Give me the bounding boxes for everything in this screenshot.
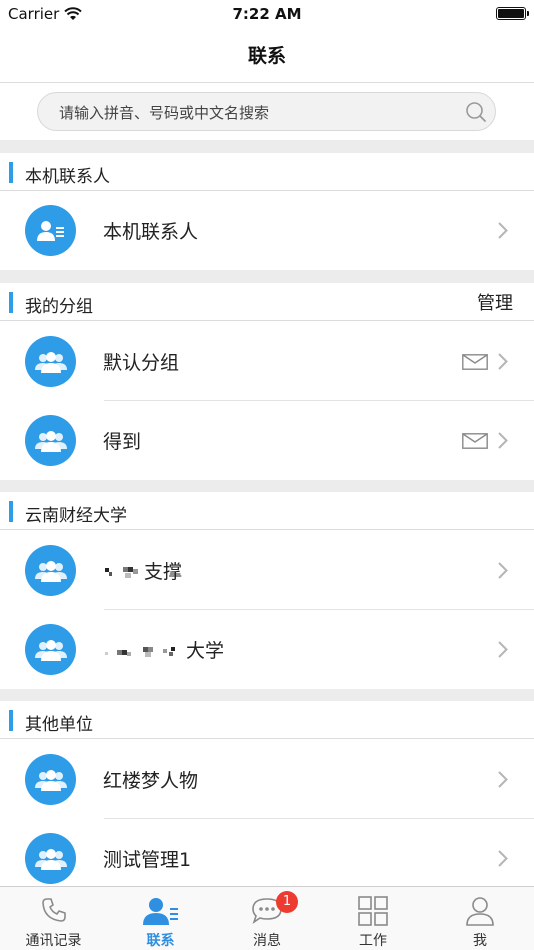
grid-icon bbox=[358, 896, 388, 930]
section-header-yunnan-university: 云南财经大学 bbox=[0, 492, 534, 530]
pixelated-redaction bbox=[105, 646, 175, 657]
person-icon bbox=[465, 896, 495, 930]
list-item-default-group[interactable]: 默认分组 bbox=[0, 322, 534, 401]
section-accent-bar bbox=[9, 292, 13, 313]
list-item-university-org[interactable]: 大学 bbox=[0, 610, 534, 689]
group-icon bbox=[25, 754, 76, 805]
pixelated-redaction bbox=[105, 566, 138, 578]
chevron-right-icon bbox=[498, 771, 508, 792]
list-item-label: 支撑 bbox=[144, 561, 183, 583]
unread-badge: 1 bbox=[276, 891, 298, 913]
tab-label: 通讯记录 bbox=[25, 933, 82, 949]
section-gap bbox=[0, 140, 534, 153]
search-placeholder: 请输入拼音、号码或中文名搜索 bbox=[59, 104, 270, 122]
tab-call-log[interactable]: 通讯记录 bbox=[0, 887, 107, 950]
group-icon bbox=[25, 545, 76, 596]
section-gap bbox=[0, 480, 534, 492]
group-icon bbox=[25, 833, 76, 884]
chevron-right-icon bbox=[498, 562, 508, 583]
phone-icon bbox=[40, 896, 68, 928]
tab-label: 消息 bbox=[253, 933, 281, 949]
list-item-support-org[interactable]: 支撑 bbox=[0, 531, 534, 610]
list-item-label: 本机联系人 bbox=[103, 221, 199, 243]
section-header-my-groups: 我的分组 管理 bbox=[0, 283, 534, 321]
tab-label: 联系 bbox=[146, 933, 175, 949]
search-area: 请输入拼音、号码或中文名搜索 bbox=[0, 83, 534, 140]
list-item-local-contacts[interactable]: 本机联系人 bbox=[0, 191, 534, 270]
search-input[interactable]: 请输入拼音、号码或中文名搜索 bbox=[37, 92, 496, 131]
section-title: 其他单位 bbox=[25, 715, 93, 735]
section-accent-bar bbox=[9, 710, 13, 731]
tab-label: 工作 bbox=[359, 933, 387, 949]
list-item-label: 测试管理1 bbox=[103, 849, 192, 871]
section-gap bbox=[0, 688, 534, 701]
chevron-right-icon bbox=[498, 850, 508, 871]
list-item-test-admin[interactable]: 测试管理1 bbox=[0, 819, 534, 886]
list-item-name-with-redaction: 大学 bbox=[103, 636, 224, 663]
chevron-right-icon bbox=[498, 432, 508, 453]
status-time: 7:22 AM bbox=[232, 5, 302, 23]
contact-card-icon bbox=[25, 205, 76, 256]
contacts-icon bbox=[142, 896, 179, 930]
chevron-right-icon bbox=[498, 353, 508, 374]
list-item-label: 大学 bbox=[186, 640, 225, 662]
section-accent-bar bbox=[9, 162, 13, 183]
chevron-right-icon bbox=[498, 222, 508, 243]
list-item-label: 红楼梦人物 bbox=[103, 770, 199, 792]
tab-work[interactable]: 工作 bbox=[320, 887, 426, 950]
navigation-bar: 联系 bbox=[0, 28, 534, 83]
section-title: 云南财经大学 bbox=[25, 506, 127, 526]
list-item-hongloumeng[interactable]: 红楼梦人物 bbox=[0, 740, 534, 819]
section-title: 我的分组 bbox=[25, 297, 93, 317]
page-title: 联系 bbox=[247, 45, 286, 67]
search-icon[interactable] bbox=[465, 101, 487, 127]
section-accent-bar bbox=[9, 501, 13, 522]
tab-messages[interactable]: 1 消息 bbox=[214, 887, 320, 950]
tab-bar: 通讯记录 联系 1 消息 工作 我 bbox=[0, 886, 534, 950]
mail-icon[interactable] bbox=[462, 354, 488, 374]
section-header-local-contacts: 本机联系人 bbox=[0, 153, 534, 191]
status-bar: Carrier 7:22 AM bbox=[0, 0, 534, 28]
list-item-name-with-redaction: 支撑 bbox=[103, 557, 182, 584]
group-icon bbox=[25, 415, 76, 466]
list-item-label: 得到 bbox=[103, 431, 142, 453]
section-header-other-units: 其他单位 bbox=[0, 701, 534, 739]
list-item-dedao-group[interactable]: 得到 bbox=[0, 401, 534, 480]
tab-label: 我 bbox=[473, 933, 487, 949]
chevron-right-icon bbox=[498, 641, 508, 662]
section-gap bbox=[0, 270, 534, 283]
section-title: 本机联系人 bbox=[25, 167, 110, 187]
tab-me[interactable]: 我 bbox=[426, 887, 534, 950]
tab-contacts[interactable]: 联系 bbox=[107, 887, 214, 950]
group-icon bbox=[25, 336, 76, 387]
group-icon bbox=[25, 624, 76, 675]
list-item-label: 默认分组 bbox=[103, 352, 180, 374]
mail-icon[interactable] bbox=[462, 433, 488, 453]
manage-button[interactable]: 管理 bbox=[477, 289, 513, 315]
battery-icon bbox=[496, 7, 529, 20]
